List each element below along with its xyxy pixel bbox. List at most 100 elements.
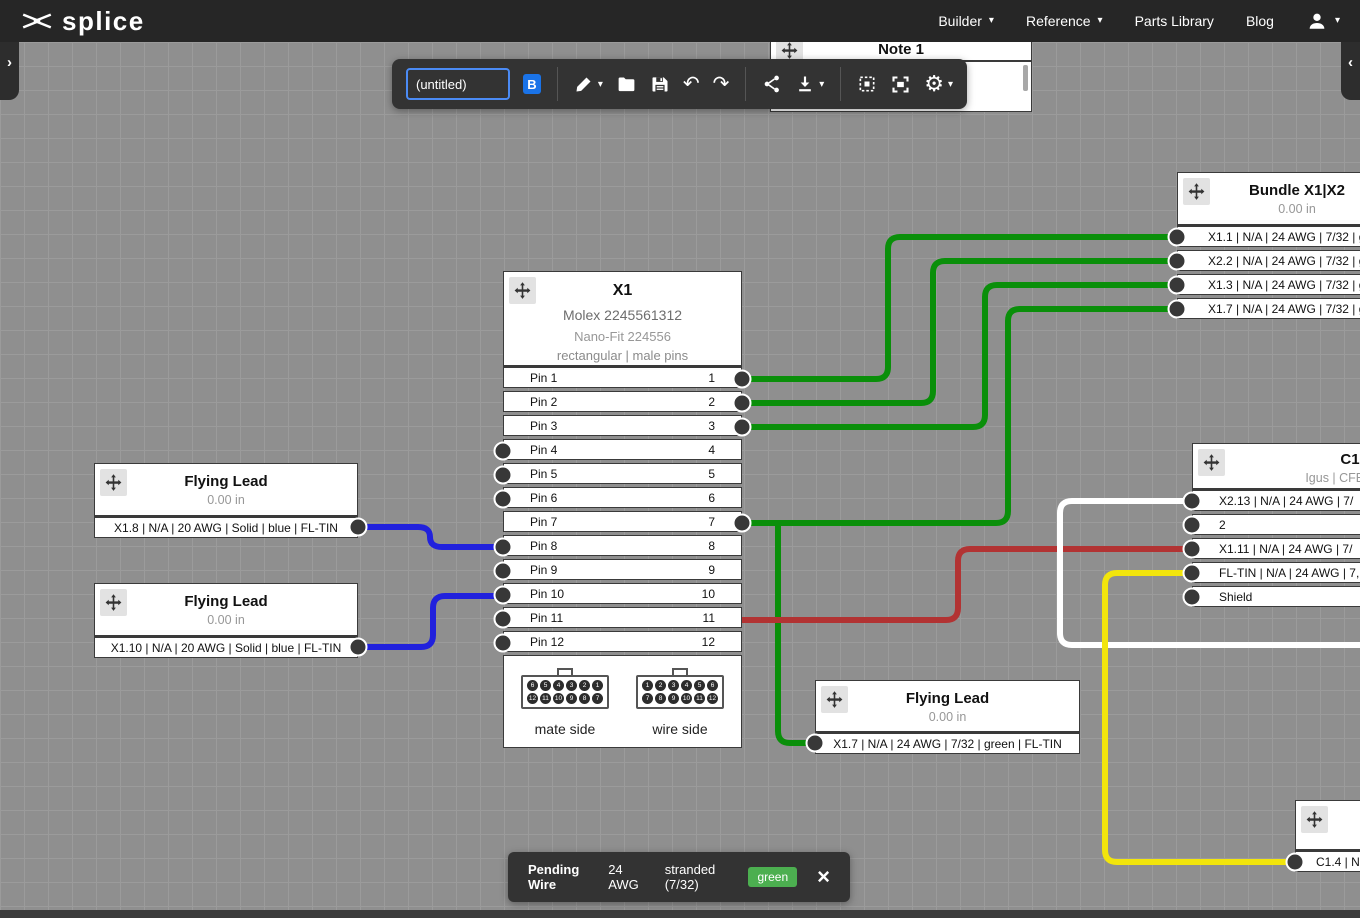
- select-all-button[interactable]: [857, 74, 877, 94]
- pin-row[interactable]: Pin 22: [503, 391, 742, 412]
- close-icon[interactable]: ×: [817, 866, 830, 888]
- x1-node[interactable]: X1 Molex 2245561312 Nano-Fit 224556 rect…: [503, 271, 742, 748]
- share-button[interactable]: [762, 74, 782, 94]
- connection-port[interactable]: [1168, 252, 1187, 271]
- nav-item-blog[interactable]: Blog: [1246, 13, 1274, 29]
- pin-row[interactable]: Pin 33: [503, 415, 742, 436]
- move-handle[interactable]: [509, 277, 536, 304]
- c1-wire-row[interactable]: X1.11 | N/A | 24 AWG | 7/: [1192, 538, 1360, 559]
- bundle-wire-row[interactable]: X1.7 | N/A | 24 AWG | 7/32 | gr: [1177, 298, 1360, 319]
- move-handle[interactable]: [821, 686, 848, 713]
- nav-item-builder[interactable]: Builder ▾: [938, 13, 994, 29]
- beta-badge[interactable]: B: [523, 74, 541, 94]
- move-handle[interactable]: [1301, 806, 1328, 833]
- account-menu[interactable]: ▾: [1306, 10, 1340, 32]
- connection-port[interactable]: [1168, 300, 1187, 319]
- connection-port[interactable]: [349, 638, 368, 657]
- wire-green-x1pin7-bundle[interactable]: [742, 309, 1177, 523]
- wire-row[interactable]: X1.7 | N/A | 24 AWG | 7/32 | green | FL-…: [815, 733, 1080, 754]
- wire-yellow-c1-corner[interactable]: [1105, 573, 1295, 862]
- move-handle[interactable]: [1198, 449, 1225, 476]
- connection-port[interactable]: [1286, 853, 1305, 872]
- pin-row[interactable]: Pin 1212: [503, 631, 742, 652]
- bundle-wire-row[interactable]: X1.1 | N/A | 24 AWG | 7/32 | g: [1177, 226, 1360, 247]
- connection-port[interactable]: [494, 562, 513, 581]
- wire-red-x1pin11-c1[interactable]: [742, 549, 1192, 620]
- nav-item-parts-library[interactable]: Parts Library: [1135, 13, 1214, 29]
- connection-port[interactable]: [1183, 588, 1202, 607]
- folder-icon: [616, 74, 637, 95]
- connection-port[interactable]: [1183, 540, 1202, 559]
- pin-row[interactable]: Pin 66: [503, 487, 742, 508]
- bundle-wire-row[interactable]: X1.3 | N/A | 24 AWG | 7/32 | g: [1177, 274, 1360, 295]
- pin-dot: 1: [592, 680, 603, 691]
- c1-wire-row[interactable]: 2: [1192, 514, 1360, 535]
- left-panel-toggle[interactable]: ›: [0, 42, 19, 100]
- connection-port[interactable]: [733, 370, 752, 389]
- c1-wire-row[interactable]: Shield: [1192, 586, 1360, 607]
- wire-row[interactable]: X1.8 | N/A | 20 AWG | Solid | blue | FL-…: [94, 517, 358, 538]
- c1-node[interactable]: C1 Igus | CFBUS-C X2.13 | N/A | 24 AWG |…: [1192, 443, 1360, 610]
- bundle-wire-row[interactable]: X2.2 | N/A | 24 AWG | 7/32 | g: [1177, 250, 1360, 271]
- pin-row[interactable]: Pin 44: [503, 439, 742, 460]
- connection-port[interactable]: [494, 634, 513, 653]
- diagram-canvas[interactable]: Note 1 Bundle X1|X2 0.00 in X1.1 | N/A |…: [0, 0, 1360, 918]
- c1-wire-row[interactable]: FL-TIN | N/A | 24 AWG | 7,: [1192, 562, 1360, 583]
- connection-port[interactable]: [1183, 516, 1202, 535]
- pin-dot: 9: [566, 693, 577, 704]
- connection-port[interactable]: [494, 490, 513, 509]
- connection-port[interactable]: [1168, 276, 1187, 295]
- toolbar-separator: [557, 67, 558, 101]
- connection-port[interactable]: [733, 418, 752, 437]
- nav-item-reference[interactable]: Reference ▾: [1026, 13, 1103, 29]
- move-handle[interactable]: [100, 469, 127, 496]
- filename-input[interactable]: [406, 68, 510, 100]
- connection-port[interactable]: [1183, 564, 1202, 583]
- connection-port[interactable]: [494, 538, 513, 557]
- pin-row[interactable]: Pin 11: [503, 367, 742, 388]
- move-handle[interactable]: [1183, 178, 1210, 205]
- right-panel-toggle[interactable]: ‹: [1341, 42, 1360, 100]
- bundle-node[interactable]: Bundle X1|X2 0.00 in X1.1 | N/A | 24 AWG…: [1177, 172, 1360, 322]
- wire-row[interactable]: C1.4 | N: [1295, 851, 1360, 872]
- pin-row[interactable]: Pin 1111: [503, 607, 742, 628]
- note-scrollbar[interactable]: [1023, 65, 1028, 91]
- redo-button[interactable]: ↷: [713, 74, 730, 94]
- flying-lead-2-node[interactable]: Flying Lead 0.00 in X1.10 | N/A | 20 AWG…: [94, 583, 358, 661]
- connection-port[interactable]: [733, 514, 752, 533]
- edit-mode-button[interactable]: ▾: [574, 74, 603, 94]
- corner-node[interactable]: C1.4 | N: [1295, 800, 1360, 875]
- connection-port[interactable]: [1168, 228, 1187, 247]
- pin-dot: 8: [579, 693, 590, 704]
- move-handle[interactable]: [100, 589, 127, 616]
- pin-row[interactable]: Pin 77: [503, 511, 742, 532]
- pin-row[interactable]: Pin 55: [503, 463, 742, 484]
- save-button[interactable]: [650, 74, 670, 94]
- download-button[interactable]: ▾: [795, 74, 824, 94]
- wire-row[interactable]: X1.10 | N/A | 20 AWG | Solid | blue | FL…: [94, 637, 358, 658]
- undo-button[interactable]: ↶: [683, 74, 700, 94]
- connection-port[interactable]: [494, 586, 513, 605]
- brand-name: splice: [62, 8, 145, 34]
- pin-row[interactable]: Pin 99: [503, 559, 742, 580]
- connection-port[interactable]: [494, 466, 513, 485]
- connection-port[interactable]: [494, 610, 513, 629]
- pin-row[interactable]: Pin 88: [503, 535, 742, 556]
- connection-port[interactable]: [1183, 492, 1202, 511]
- flying-lead-3-node[interactable]: Flying Lead 0.00 in X1.7 | N/A | 24 AWG …: [815, 680, 1080, 757]
- connection-port[interactable]: [494, 442, 513, 461]
- fit-view-button[interactable]: [890, 74, 911, 95]
- connection-port[interactable]: [806, 734, 825, 753]
- flying-lead-1-node[interactable]: Flying Lead 0.00 in X1.8 | N/A | 20 AWG …: [94, 463, 358, 541]
- splice-logo[interactable]: splice: [20, 8, 145, 34]
- c1-wire-row[interactable]: X2.13 | N/A | 24 AWG | 7/: [1192, 490, 1360, 511]
- settings-button[interactable]: ⚙ ▾: [924, 73, 953, 95]
- wire-green-x1pin7-flyinglead[interactable]: [778, 523, 815, 743]
- wire-blue-flyinglead2-x1pin10[interactable]: [358, 596, 503, 647]
- c1-wire-row-label: 2: [1219, 518, 1226, 532]
- connection-port[interactable]: [349, 518, 368, 537]
- open-file-button[interactable]: [616, 74, 637, 95]
- connection-port[interactable]: [733, 394, 752, 413]
- pin-row[interactable]: Pin 1010: [503, 583, 742, 604]
- wire-blue-flyinglead1-x1pin8[interactable]: [358, 527, 503, 547]
